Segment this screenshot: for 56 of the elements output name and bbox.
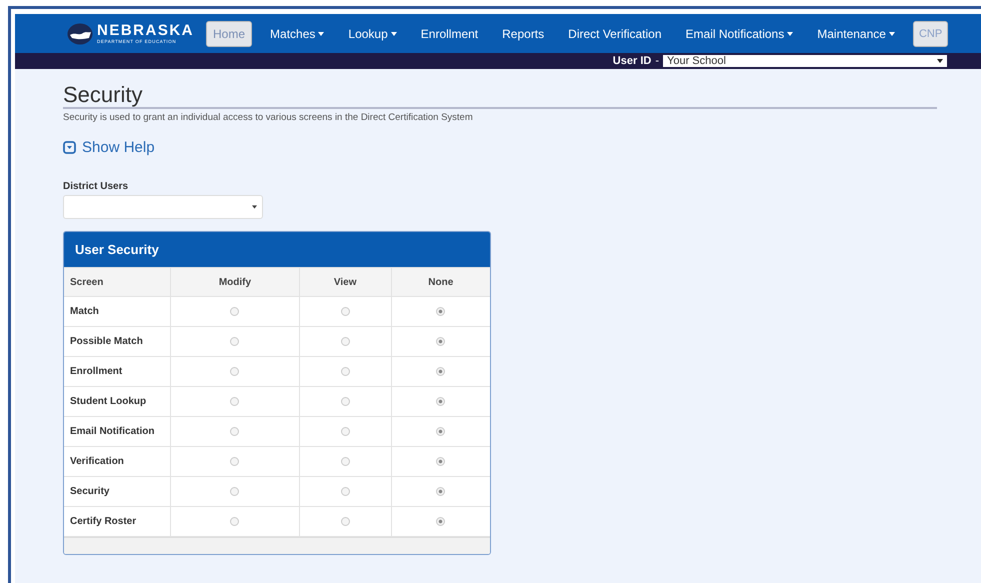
access-radio[interactable] (340, 306, 350, 316)
user-id-label: User ID (612, 55, 652, 67)
district-users-label: District Users (63, 181, 130, 192)
screen-cell: Match (64, 296, 170, 326)
district-users-select[interactable] (63, 195, 263, 219)
screen-cell: Verification (64, 446, 170, 476)
access-radio[interactable] (340, 366, 350, 376)
access-radio[interactable] (436, 396, 446, 406)
screen-cell: Enrollment (64, 356, 170, 386)
access-radio[interactable] (340, 456, 350, 466)
nav-item[interactable]: Enrollment (414, 22, 484, 46)
nav-item[interactable]: Matches (264, 22, 330, 46)
access-radio[interactable] (436, 516, 446, 526)
column-header: Modify (170, 268, 300, 296)
access-radio[interactable] (340, 426, 350, 436)
column-header: View (299, 268, 392, 296)
access-radio[interactable] (230, 456, 240, 466)
access-radio[interactable] (436, 306, 446, 316)
access-radio[interactable] (340, 516, 350, 526)
separator-text: - (655, 55, 659, 67)
page-title: Security (63, 69, 937, 109)
nav-item[interactable]: Direct Verification (562, 22, 668, 46)
access-radio[interactable] (230, 486, 240, 496)
access-radio[interactable] (340, 336, 350, 346)
state-logo-icon (67, 22, 93, 44)
column-header: Screen (64, 268, 170, 296)
nav-item[interactable]: Maintenance (811, 22, 901, 46)
show-help-link[interactable]: Show Help (63, 139, 155, 156)
access-radio[interactable] (340, 396, 350, 406)
access-radio[interactable] (436, 366, 446, 376)
access-radio[interactable] (436, 426, 446, 436)
screen-cell: Possible Match (64, 326, 170, 356)
expand-icon (63, 141, 76, 154)
logo-wordmark: NEBRASKA (97, 22, 194, 38)
screen-cell: Student Lookup (64, 386, 170, 416)
screen-cell: Security (64, 476, 170, 506)
nav-item[interactable]: Email Notifications (680, 22, 800, 46)
access-radio[interactable] (436, 456, 446, 466)
access-radio[interactable] (230, 366, 240, 376)
school-select[interactable]: Your School (663, 55, 947, 67)
nav-item[interactable]: Reports (496, 22, 550, 46)
nav-item[interactable]: Lookup (342, 22, 403, 46)
access-radio[interactable] (436, 336, 446, 346)
access-radio[interactable] (230, 306, 240, 316)
column-header: None (391, 268, 490, 296)
caret-icon (252, 205, 257, 209)
access-radio[interactable] (230, 426, 240, 436)
access-radio[interactable] (340, 486, 350, 496)
screen-cell: Email Notification (64, 416, 170, 446)
access-radio[interactable] (230, 396, 240, 406)
panel-title: User Security (64, 232, 490, 267)
caret-icon (937, 59, 943, 63)
access-radio[interactable] (230, 336, 240, 346)
page-description: Security is used to grant an individual access to various screens in the Direct Certification System (63, 112, 474, 123)
access-radio[interactable] (230, 516, 240, 526)
access-radio[interactable] (436, 486, 446, 496)
